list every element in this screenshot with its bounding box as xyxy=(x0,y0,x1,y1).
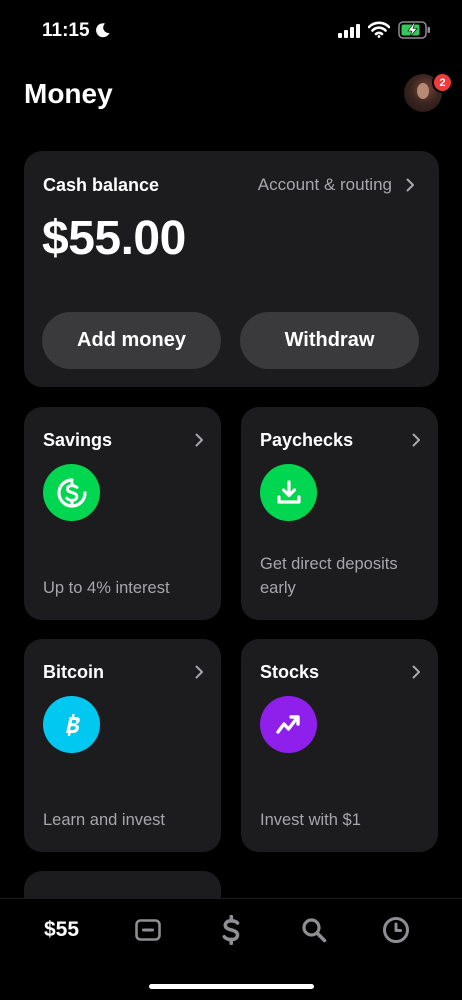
withdraw-button[interactable]: Withdraw xyxy=(240,312,419,369)
status-time: 11:15 xyxy=(42,20,90,41)
chevron-right-icon xyxy=(412,433,420,447)
chevron-right-icon xyxy=(195,433,203,447)
tab-activity[interactable] xyxy=(382,915,410,945)
bitcoin-icon xyxy=(43,696,100,753)
dollar-icon xyxy=(222,915,240,945)
do-not-disturb-moon-icon xyxy=(96,23,110,38)
tab-pay[interactable] xyxy=(219,915,243,945)
chevron-right-icon xyxy=(406,178,414,192)
avatar-face xyxy=(417,83,429,99)
tab-card[interactable] xyxy=(134,915,162,945)
tile-title: Bitcoin xyxy=(43,662,104,682)
tile-subtitle: Get direct deposits early xyxy=(260,555,398,597)
chevron-right-icon xyxy=(195,665,203,679)
paychecks-tile[interactable]: Paychecks Get direct deposits early xyxy=(241,407,438,620)
cash-balance-amount: $55.00 xyxy=(42,212,186,265)
cash-balance-card: Cash balance Account & routing $55.00 Ad… xyxy=(24,151,439,387)
wifi-icon xyxy=(368,21,390,38)
add-money-button[interactable]: Add money xyxy=(42,312,221,369)
cash-balance-label: Cash balance xyxy=(43,175,160,195)
tile-subtitle: Invest with $1 xyxy=(260,811,361,829)
account-routing-label: Account & routing xyxy=(257,175,392,194)
page-title: Money xyxy=(24,78,113,109)
account-routing-link[interactable]: Account & routing xyxy=(258,175,415,195)
tile-title: Savings xyxy=(43,430,113,450)
battery-charging-icon xyxy=(398,21,430,39)
status-bar: 11:15 xyxy=(0,0,462,60)
stocks-tile[interactable]: Stocks Invest with $1 xyxy=(241,639,438,852)
savings-tile[interactable]: Savings Up to 4% interest xyxy=(24,407,221,620)
tab-search[interactable] xyxy=(300,915,328,945)
cellular-signal-icon xyxy=(338,24,360,38)
savings-dollar-icon xyxy=(43,464,100,521)
stocks-trend-icon xyxy=(260,696,317,753)
notification-badge: 2 xyxy=(432,72,453,93)
tile-title: Paychecks xyxy=(260,430,354,450)
chevron-right-icon xyxy=(412,665,420,679)
card-icon xyxy=(135,919,161,941)
bitcoin-tile[interactable]: Bitcoin Learn and invest xyxy=(24,639,221,852)
activity-clock-icon xyxy=(383,917,409,943)
tile-subtitle: Learn and invest xyxy=(43,811,166,829)
tab-balance[interactable]: $55 xyxy=(44,915,79,945)
tile-subtitle: Up to 4% interest xyxy=(43,579,170,597)
download-icon xyxy=(260,464,317,521)
home-indicator xyxy=(149,984,314,989)
search-icon xyxy=(302,918,327,943)
tile-title: Stocks xyxy=(260,662,320,682)
